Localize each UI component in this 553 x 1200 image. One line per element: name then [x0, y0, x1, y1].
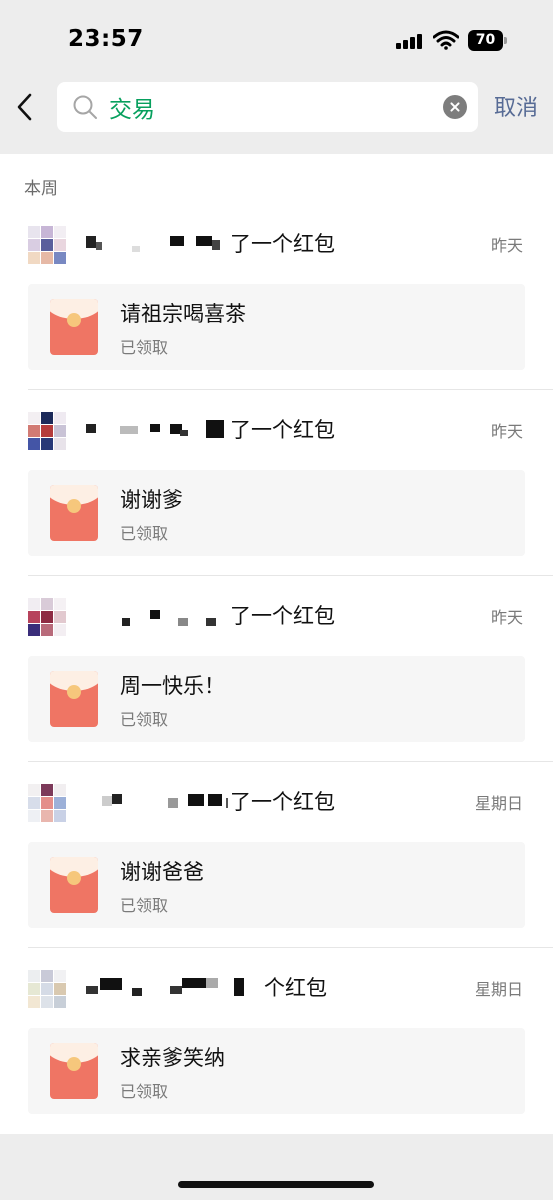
- item-date: 昨天: [490, 422, 523, 441]
- battery-icon: 70: [468, 30, 508, 51]
- redacted-name: [84, 604, 244, 630]
- avatar: [28, 598, 66, 636]
- signal-icon: [396, 33, 424, 49]
- red-packet-card[interactable]: 求亲爹笑纳 已领取: [28, 1028, 525, 1114]
- packet-message: 周一快乐！: [120, 674, 225, 698]
- packet-message: 谢谢爸爸: [120, 860, 204, 884]
- result-item[interactable]: 了一个红包 昨天 请祖宗喝喜茶 已领取: [0, 204, 553, 390]
- redacted-name: [84, 232, 244, 258]
- section-label: 本周: [24, 179, 58, 199]
- home-indicator[interactable]: [178, 1181, 374, 1188]
- item-title: 个红包: [262, 972, 327, 1002]
- item-date: 星期日: [474, 794, 523, 813]
- packet-status: 已领取: [120, 524, 169, 543]
- result-item[interactable]: 了一个红包 昨天 谢谢爹 已领取: [0, 390, 553, 576]
- packet-status: 已领取: [120, 710, 169, 729]
- packet-status: 已领取: [120, 1082, 169, 1101]
- red-packet-card[interactable]: 请祖宗喝喜茶 已领取: [28, 284, 525, 370]
- avatar: [28, 412, 66, 450]
- search-input[interactable]: [109, 88, 429, 126]
- item-title: 了一个红包: [228, 414, 335, 444]
- packet-message: 求亲爹笑纳: [120, 1046, 225, 1070]
- red-packet-icon: [50, 299, 98, 355]
- item-date: 昨天: [490, 608, 523, 627]
- packet-message: 谢谢爹: [120, 488, 183, 512]
- red-packet-icon: [50, 485, 98, 541]
- red-packet-icon: [50, 857, 98, 913]
- wifi-icon: [433, 30, 459, 50]
- packet-status: 已领取: [120, 896, 169, 915]
- back-icon[interactable]: [10, 90, 40, 124]
- status-time: 23:57: [68, 26, 144, 52]
- redacted-name: [84, 790, 244, 816]
- red-packet-icon: [50, 671, 98, 727]
- redacted-name: [84, 976, 244, 1002]
- red-packet-card[interactable]: 谢谢爹 已领取: [28, 470, 525, 556]
- redacted-name: [84, 418, 244, 444]
- search-results: 本周 了一个红包 昨天 请祖宗喝喜茶 已领取 了一个红包 昨天 谢谢爹 已领取 …: [0, 154, 553, 1134]
- search-box[interactable]: [57, 82, 478, 132]
- avatar: [28, 970, 66, 1008]
- search-header: 取消: [0, 78, 553, 154]
- red-packet-icon: [50, 1043, 98, 1099]
- result-item[interactable]: 个红包 星期日 求亲爹笑纳 已领取: [0, 948, 553, 1134]
- item-title: 了一个红包: [228, 228, 335, 258]
- item-title: 了一个红包: [228, 786, 335, 816]
- battery-level: 70: [468, 30, 503, 51]
- packet-message: 请祖宗喝喜茶: [120, 302, 246, 326]
- cancel-button[interactable]: 取消: [494, 90, 538, 122]
- item-title: 了一个红包: [228, 600, 335, 630]
- item-date: 昨天: [490, 236, 523, 255]
- avatar: [28, 784, 66, 822]
- red-packet-card[interactable]: 谢谢爸爸 已领取: [28, 842, 525, 928]
- packet-status: 已领取: [120, 338, 169, 357]
- item-date: 星期日: [474, 980, 523, 999]
- result-item[interactable]: 了一个红包 昨天 周一快乐！ 已领取: [0, 576, 553, 762]
- search-icon: [73, 95, 97, 119]
- avatar: [28, 226, 66, 264]
- red-packet-card[interactable]: 周一快乐！ 已领取: [28, 656, 525, 742]
- status-bar: 23:57 70: [0, 0, 553, 78]
- result-item[interactable]: 了一个红包 星期日 谢谢爸爸 已领取: [0, 762, 553, 948]
- clear-icon[interactable]: [443, 95, 467, 119]
